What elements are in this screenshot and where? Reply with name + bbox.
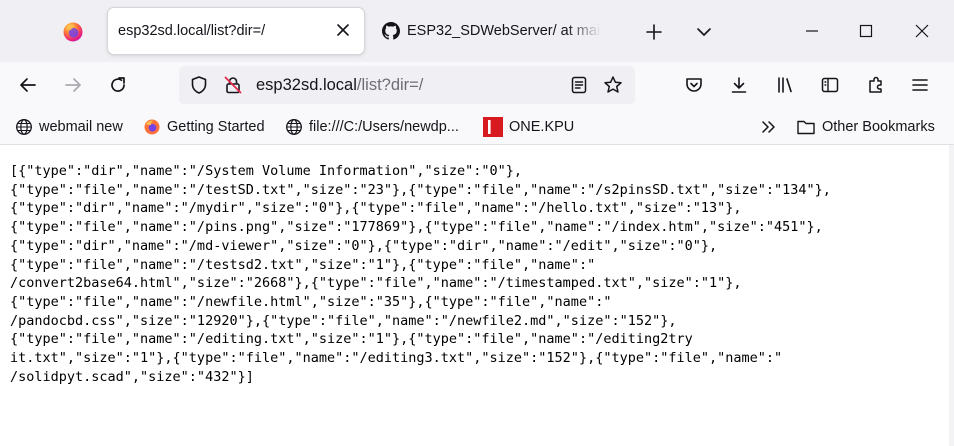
- bookmark-file-path[interactable]: file:///C:/Users/newdp...: [285, 117, 459, 137]
- kpu-icon: [483, 117, 503, 137]
- pocket-icon: [686, 78, 702, 92]
- library-button[interactable]: [771, 71, 799, 99]
- bookmark-one-kpu[interactable]: ONE.KPU: [483, 117, 574, 137]
- reader-view-icon[interactable]: [570, 76, 588, 94]
- sidebar-icon: [821, 77, 839, 93]
- maximize-button[interactable]: [852, 17, 880, 45]
- tab-strip: esp32sd.local/list?dir=/ ESP32_SDWebServ…: [0, 0, 954, 62]
- arrow-left-icon: [20, 78, 36, 92]
- extensions-button[interactable]: [862, 71, 890, 99]
- navigation-toolbar: esp32sd.local/list?dir=/: [0, 62, 954, 110]
- back-button[interactable]: [14, 71, 42, 99]
- tab-github[interactable]: ESP32_SDWebServer/ at main: [372, 8, 604, 54]
- github-icon: [382, 22, 400, 40]
- close-icon: [915, 24, 929, 38]
- tab-active[interactable]: esp32sd.local/list?dir=/: [108, 8, 364, 54]
- arrow-right-icon: [65, 78, 81, 92]
- url-text[interactable]: esp32sd.local/list?dir=/: [256, 76, 423, 95]
- list-all-tabs-button[interactable]: [690, 18, 718, 46]
- close-icon[interactable]: [332, 19, 354, 41]
- bookmark-label: file:///C:/Users/newdp...: [309, 119, 459, 135]
- maximize-icon: [859, 24, 873, 38]
- reload-icon: [111, 77, 125, 92]
- url-bar[interactable]: esp32sd.local/list?dir=/: [179, 66, 635, 104]
- scrollbar-track[interactable]: [949, 145, 954, 446]
- url-host: esp32sd.local: [256, 76, 357, 94]
- minimize-icon: [806, 30, 818, 32]
- menu-button[interactable]: [906, 71, 934, 99]
- globe-icon: [16, 119, 32, 135]
- firefox-logo-icon[interactable]: [62, 21, 84, 43]
- folder-icon: [797, 120, 815, 135]
- downloads-button[interactable]: [725, 71, 753, 99]
- other-bookmarks-folder[interactable]: Other Bookmarks: [796, 117, 935, 137]
- new-tab-button[interactable]: [640, 18, 668, 46]
- bookmarks-overflow-button[interactable]: [760, 117, 784, 137]
- bookmark-label: webmail new: [39, 119, 123, 135]
- bookmark-getting-started[interactable]: Getting Started: [143, 117, 265, 137]
- globe-icon: [286, 119, 302, 135]
- tab-title: esp32sd.local/list?dir=/: [118, 23, 266, 39]
- double-chevron-right-icon: [762, 121, 775, 133]
- shield-icon[interactable]: [189, 75, 209, 95]
- bookmark-label: ONE.KPU: [509, 119, 575, 135]
- puzzle-piece-icon: [869, 76, 882, 93]
- library-icon: [778, 77, 792, 93]
- bookmarks-toolbar: webmail new Getting Started file:///C:/U…: [0, 110, 954, 145]
- sidebar-button[interactable]: [816, 71, 844, 99]
- firefox-icon: [144, 119, 160, 135]
- url-path: /list?dir=/: [356, 76, 424, 94]
- hamburger-menu-icon: [912, 79, 928, 91]
- reload-button[interactable]: [104, 71, 132, 99]
- bookmark-webmail-new[interactable]: webmail new: [15, 117, 123, 137]
- plus-icon: [646, 24, 662, 40]
- forward-button[interactable]: [59, 71, 87, 99]
- chevron-down-icon: [697, 28, 711, 36]
- close-window-button[interactable]: [908, 17, 936, 45]
- bookmark-label: Getting Started: [167, 119, 265, 135]
- insecure-lock-icon[interactable]: [223, 75, 243, 95]
- pocket-button[interactable]: [680, 71, 708, 99]
- page-content: [{"type":"dir","name":"/System Volume In…: [0, 145, 954, 446]
- download-icon: [731, 77, 747, 93]
- other-bookmarks-label: Other Bookmarks: [822, 119, 935, 135]
- minimize-button[interactable]: [798, 17, 826, 45]
- star-icon[interactable]: [603, 75, 623, 95]
- tab-title: ESP32_SDWebServer/ at main: [407, 23, 601, 39]
- json-response-text: [{"type":"dir","name":"/System Volume In…: [10, 163, 831, 385]
